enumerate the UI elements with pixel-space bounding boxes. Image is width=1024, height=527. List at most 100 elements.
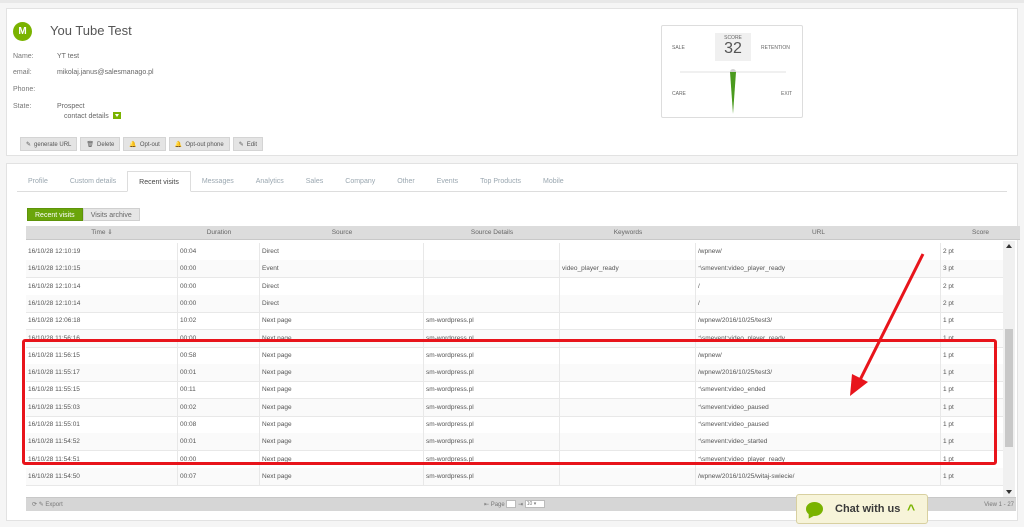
table-cell: Next page bbox=[260, 416, 424, 434]
table-row[interactable]: 16/10/28 11:55:15 00:11 Next page sm-wordpr… bbox=[26, 381, 1007, 400]
table-cell bbox=[424, 294, 560, 313]
table-cell bbox=[560, 312, 696, 331]
url-text: smevent:video_ended bbox=[701, 386, 766, 394]
scroll-down-icon[interactable] bbox=[1006, 490, 1012, 494]
table-row[interactable]: 16/10/28 12:10:19 00:04 Direct/wpnew/2 pt bbox=[26, 243, 1007, 261]
table-cell: Next page bbox=[260, 381, 424, 400]
column-header[interactable]: Source bbox=[260, 226, 424, 240]
table-cell bbox=[560, 467, 696, 486]
export-label: Export bbox=[45, 502, 63, 508]
table-cell bbox=[560, 450, 696, 469]
prev-page-icon[interactable]: ⇤ bbox=[484, 502, 489, 508]
table-row[interactable]: 16/10/28 11:54:50 00:07 Next page sm-wordpr… bbox=[26, 467, 1007, 486]
tab-recent-visits[interactable]: Recent visits bbox=[127, 171, 191, 192]
table-cell: 00:08 bbox=[178, 416, 260, 434]
table-cell bbox=[560, 381, 696, 400]
table-row[interactable]: 16/10/28 11:56:15 00:58 Next page sm-wordpr… bbox=[26, 346, 1007, 365]
contact-field-row: Name: YT test bbox=[13, 53, 79, 60]
chevron-up-icon[interactable]: ^ bbox=[907, 501, 915, 517]
opt-out-button[interactable]: 🔔 Opt-out bbox=[123, 137, 166, 151]
export-button[interactable]: ⟳ ✎ Export bbox=[32, 498, 63, 512]
tab-analytics[interactable]: Analytics bbox=[245, 171, 295, 192]
table-cell: 2 pt bbox=[941, 277, 1007, 296]
table-cell: Event bbox=[260, 260, 424, 279]
delete-button[interactable]: 🗑 Delete bbox=[80, 137, 121, 151]
generate-url-button[interactable]: ✎ generate URL bbox=[20, 137, 78, 151]
table-cell: ᵔ\smevent:video_started bbox=[696, 433, 941, 452]
table-cell: sm-wordpress.pl bbox=[424, 433, 560, 452]
column-header[interactable]: Keywords bbox=[560, 226, 696, 240]
table-cell bbox=[560, 294, 696, 313]
table-cell: sm-wordpress.pl bbox=[424, 312, 560, 331]
action-label: Opt-out bbox=[139, 142, 160, 148]
page-label: Page bbox=[490, 502, 505, 508]
subtab-recent-visits[interactable]: Recent visits bbox=[27, 208, 83, 221]
chat-widget[interactable]: Chat with us ^ bbox=[796, 494, 928, 524]
action-label: Delete bbox=[97, 142, 115, 148]
table-row[interactable]: 16/10/28 12:06:18 10:02 Next page sm-wordpr… bbox=[26, 312, 1007, 331]
tab-custom-details[interactable]: Custom details bbox=[59, 171, 127, 192]
tab-mobile[interactable]: Mobile bbox=[532, 171, 575, 192]
contact-details-toggle[interactable]: contact details bbox=[64, 112, 121, 120]
table-row[interactable]: 16/10/28 12:10:14 00:00 Direct /2 pt bbox=[26, 277, 1007, 296]
scroll-thumb[interactable] bbox=[1005, 329, 1013, 447]
table-cell: 00:02 bbox=[178, 398, 260, 417]
tab-events[interactable]: Events bbox=[426, 171, 469, 192]
table-row[interactable]: 16/10/28 11:56:16 00:00 Next page sm-wordpr… bbox=[26, 329, 1007, 348]
tab-profile[interactable]: Profile bbox=[17, 171, 59, 192]
table-cell: sm-wordpress.pl bbox=[424, 450, 560, 469]
tab-sales[interactable]: Sales bbox=[295, 171, 335, 192]
table-cell: sm-wordpress.pl bbox=[424, 381, 560, 400]
tab-company[interactable]: Company bbox=[334, 171, 386, 192]
url-text: smevent:video_player_ready bbox=[701, 265, 786, 273]
table-row[interactable]: 16/10/28 11:55:03 00:02 Next page sm-wordpr… bbox=[26, 398, 1007, 417]
tab-other[interactable]: Other bbox=[386, 171, 426, 192]
action-label: Edit bbox=[246, 142, 258, 148]
url-text: smevent:video_paused bbox=[701, 421, 769, 428]
table-row[interactable]: 16/10/28 11:54:52 00:01 Next page sm-wordpr… bbox=[26, 433, 1007, 452]
avatar: M bbox=[13, 22, 32, 41]
next-page-icon[interactable]: ⇥ bbox=[518, 502, 523, 508]
page-input[interactable] bbox=[506, 500, 517, 509]
field-key: email: bbox=[13, 69, 32, 76]
column-header[interactable]: Duration bbox=[178, 226, 260, 240]
field-key: State: bbox=[13, 103, 32, 110]
table-cell: 00:01 bbox=[178, 364, 260, 383]
contact-card: M You Tube Test Name: YT test email: mikola… bbox=[6, 8, 1018, 156]
action-toolbar: ✎ generate URL 🗑 Delete 🔔 Opt-out 🔔 Opt-out pho… bbox=[20, 137, 264, 151]
subtab-visits-archive[interactable]: Visits archive bbox=[82, 208, 140, 221]
table-cell: 00:00 bbox=[178, 260, 260, 279]
visits-table-body: 16/10/28 12:10:19 00:04 Direct/wpnew/2 pt 1… bbox=[26, 241, 1007, 497]
chevron-down-icon bbox=[112, 112, 121, 119]
url-text: smevent:video_player_ready bbox=[701, 334, 786, 342]
page-navigation: ⇤ Page ⇥ 10 ▾ bbox=[484, 498, 545, 512]
table-cell: 00:11 bbox=[178, 381, 260, 400]
table-row[interactable]: 16/10/28 12:10:15 00:00 Event video_player_… bbox=[26, 260, 1007, 279]
table-cell: Next page bbox=[260, 329, 424, 348]
table-cell: 2 pt bbox=[941, 243, 1007, 261]
contact-field-row: Phone: bbox=[13, 86, 57, 93]
table-cell: 16/10/28 12:10:15 bbox=[26, 260, 178, 279]
table-cell: Direct bbox=[260, 243, 424, 261]
table-cell: /wpnew/2016/10/25/test3/ bbox=[696, 364, 941, 383]
table-cell: / bbox=[696, 277, 941, 296]
table-cell: 10:02 bbox=[178, 312, 260, 331]
table-row[interactable]: 16/10/28 11:54:51 00:00 Next page sm-wordpr… bbox=[26, 450, 1007, 469]
edit-button[interactable]: ✎ Edit bbox=[232, 137, 264, 151]
table-row[interactable]: 16/10/28 11:55:17 00:01 Next page sm-wordpr… bbox=[26, 364, 1007, 383]
scroll-up-icon[interactable] bbox=[1006, 244, 1012, 248]
tab-messages[interactable]: Messages bbox=[191, 171, 245, 192]
column-header[interactable]: Source Details bbox=[424, 226, 560, 240]
opt-out-phone-button[interactable]: 🔔 Opt-out phone bbox=[168, 137, 230, 151]
field-value: Prospect bbox=[57, 103, 85, 110]
vertical-scrollbar[interactable] bbox=[1003, 241, 1015, 497]
table-cell: sm-wordpress.pl bbox=[424, 467, 560, 486]
column-header[interactable]: URL bbox=[696, 226, 941, 240]
per-page-select[interactable]: 10 ▾ bbox=[524, 500, 545, 509]
table-row[interactable]: 16/10/28 11:55:01 00:08 Next page sm-wordpr… bbox=[26, 416, 1007, 434]
table-row[interactable]: 16/10/28 12:10:14 00:00 Direct /2 pt bbox=[26, 294, 1007, 313]
column-header[interactable]: Score bbox=[941, 226, 1020, 240]
column-header[interactable]: Time ⇓ bbox=[26, 226, 178, 240]
contact-field-row: State: Prospect bbox=[13, 103, 85, 110]
tab-top-products[interactable]: Top Products bbox=[469, 171, 532, 192]
